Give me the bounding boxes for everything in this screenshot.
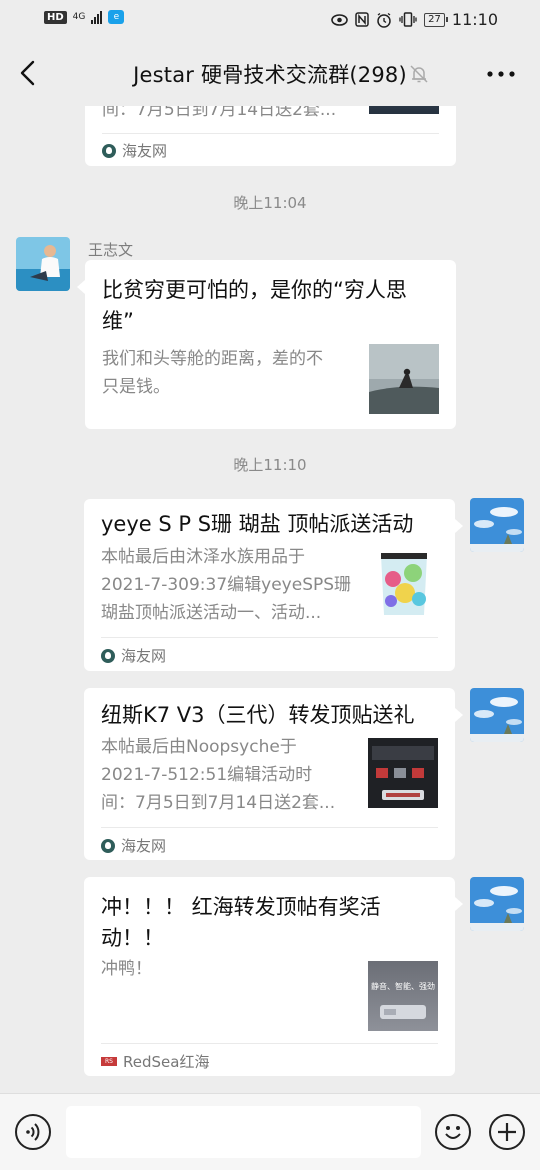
link-card[interactable]: 冲！！！ 红海转发顶帖有奖活 动！！ 冲鸭！ 静音、智能、强劲 RS RedSe… <box>84 877 455 1076</box>
voice-button[interactable] <box>15 1114 51 1150</box>
vibrate-icon <box>399 12 417 27</box>
card-divider <box>101 637 438 638</box>
card-desc-line2: 2021-7-512:51编辑活动时 <box>101 765 313 785</box>
card-thumbnail: 静音、智能、强劲 <box>368 961 438 1031</box>
card-source-label: RedSea红海 <box>123 1053 210 1071</box>
card-source: 海友网 <box>101 835 166 856</box>
timestamp: 晚上11:04 <box>233 194 307 212</box>
my-avatar[interactable] <box>470 498 524 552</box>
card-title-line2: 维” <box>102 309 134 333</box>
card-source-label: 海友网 <box>121 647 167 665</box>
card-title: 纽斯K7 V3（三代）转发顶贴送礼 <box>101 703 415 727</box>
status-time: 11:10 <box>451 10 498 29</box>
app-notification-icon: e <box>108 10 125 24</box>
card-thumbnail <box>369 344 439 414</box>
redsea-logo-icon: RS <box>101 1057 117 1066</box>
status-right: 27 11:10 <box>331 10 498 29</box>
card-desc-line2: 2021-7-309:37编辑yeyeSPS珊 <box>101 575 352 595</box>
card-desc: 本帖最后由Noopsyche于 <box>101 737 297 757</box>
voice-icon <box>26 1123 40 1141</box>
sender-name: 王志文 <box>88 241 134 259</box>
site-logo-icon <box>102 143 116 158</box>
timestamp: 晚上11:10 <box>233 456 307 474</box>
card-source: RS RedSea红海 <box>101 1051 209 1072</box>
sky-avatar-image <box>470 498 524 552</box>
network-label: 4G <box>72 11 86 22</box>
message-input[interactable] <box>66 1106 421 1158</box>
bubble-tail <box>455 519 463 533</box>
card-desc-line3: 瑚盐顶帖派送活动一、活动... <box>101 603 322 623</box>
link-card[interactable]: 纽斯K7 V3（三代）转发顶贴送礼 本帖最后由Noopsyche于 2021-7… <box>84 688 455 860</box>
emoji-icon <box>445 1126 461 1139</box>
emoji-button[interactable] <box>435 1114 471 1150</box>
eye-icon <box>331 13 348 26</box>
nfc-icon <box>355 12 369 27</box>
card-title-line2: 动！！ <box>101 926 164 950</box>
more-dots-icon[interactable] <box>486 64 516 84</box>
card-desc: 本帖最后由沐泽水族用品于 <box>101 547 305 567</box>
battery-icon: 27 <box>424 12 448 27</box>
chat-header: Jestar 硬骨技术交流群(298) <box>0 40 540 106</box>
card-divider <box>102 133 439 134</box>
alarm-icon <box>377 12 391 28</box>
bubble-tail <box>455 708 463 722</box>
input-bar <box>0 1093 540 1170</box>
my-avatar[interactable] <box>470 877 524 931</box>
card-thumbnail <box>368 738 438 808</box>
plus-button[interactable] <box>489 1114 525 1150</box>
card-desc: 间：7月5日到7月14日送2套... <box>102 106 337 120</box>
card-title: yeye S P S珊 瑚盐 顶帖派送活动 <box>101 512 414 536</box>
card-source: 海友网 <box>101 645 166 666</box>
card-divider <box>101 827 438 828</box>
avatar[interactable] <box>16 237 70 291</box>
link-card-top[interactable]: 间：7月5日到7月14日送2套... 海友网 <box>85 106 456 166</box>
site-logo-icon <box>101 838 115 853</box>
bell-off-icon <box>410 65 428 83</box>
status-bar: HD 4G e 27 11:10 <box>0 0 540 40</box>
card-divider <box>101 1043 438 1044</box>
card-desc-line2: 只是钱。 <box>102 377 170 397</box>
bubble-tail <box>77 280 85 294</box>
plus-icon <box>498 1123 516 1141</box>
card-source-label: 海友网 <box>121 837 167 855</box>
avatar-photo <box>16 237 70 291</box>
sky-avatar-image <box>470 877 524 931</box>
card-desc: 冲鸭！ <box>101 959 152 979</box>
link-card[interactable]: 比贫穷更可怕的，是你的“穷人思 维” 我们和头等舱的距离，差的不 只是钱。 <box>85 260 456 429</box>
chat-messages[interactable]: 间：7月5日到7月14日送2套... 海友网 晚上11:04 王志文 比贫穷更可… <box>0 106 540 1093</box>
card-desc-line3: 间：7月5日到7月14日送2套... <box>101 793 336 813</box>
site-logo-icon <box>101 648 115 663</box>
card-thumbnail <box>369 549 439 619</box>
card-title: 比贫穷更可怕的，是你的“穷人思 <box>102 278 407 302</box>
card-source: 海友网 <box>102 140 167 161</box>
status-left: HD 4G e <box>44 10 125 24</box>
bubble-tail <box>455 897 463 911</box>
card-title: 冲！！！ 红海转发顶帖有奖活 <box>101 895 381 919</box>
my-avatar[interactable] <box>470 688 524 742</box>
chat-title: Jestar 硬骨技术交流群(298) <box>133 63 407 87</box>
sky-avatar-image <box>470 688 524 742</box>
card-thumbnail <box>369 106 439 114</box>
signal-icon <box>91 10 103 24</box>
card-desc: 我们和头等舱的距离，差的不 <box>102 349 323 369</box>
hd-badge: HD <box>44 10 67 24</box>
card-source-label: 海友网 <box>122 142 168 160</box>
link-card[interactable]: yeye S P S珊 瑚盐 顶帖派送活动 本帖最后由沐泽水族用品于 2021-… <box>84 499 455 671</box>
